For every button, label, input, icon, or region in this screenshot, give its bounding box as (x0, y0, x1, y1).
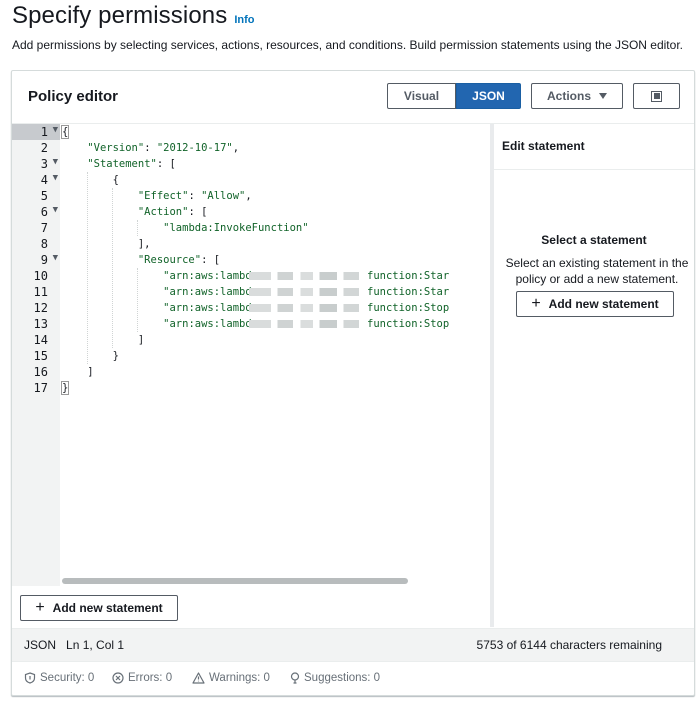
line-number: 13 (33, 317, 48, 331)
policy-editor-header: Policy editor Visual JSON Actions (12, 71, 694, 124)
policy-editor-title: Policy editor (28, 88, 119, 105)
validation-footer: Security: 0 Errors: 0 Warnings: 0 Sugges… (12, 661, 694, 696)
divider (494, 169, 694, 170)
code-line: "Effect": "Allow", (137, 190, 252, 202)
line-number: 15 (33, 349, 48, 363)
horizontal-scrollbar[interactable] (60, 577, 490, 585)
select-statement-description: Select an existing statement in the poli… (505, 256, 689, 286)
fold-arrow-icon[interactable]: ▼ (53, 173, 58, 183)
add-new-statement-label: Add new statement (548, 297, 659, 311)
actions-dropdown[interactable]: Actions (531, 83, 623, 109)
cursor-position: Ln 1, Col 1 (66, 638, 125, 652)
mode-toggle: Visual JSON (387, 83, 521, 109)
edit-statement-title: Edit statement (502, 139, 585, 153)
code-line: function:Stop (367, 318, 450, 330)
code-line: function:Star (367, 270, 450, 282)
scrollbar-thumb[interactable] (62, 578, 408, 584)
redacted-text (249, 304, 359, 312)
code-line: "Resource": [ (137, 254, 221, 266)
fold-arrow-icon[interactable]: ▼ (53, 125, 58, 135)
json-code-editor[interactable]: 1 ▼ 2 3 ▼ 4 ▼ 5 6 ▼ 7 8 9 ▼ 10 11 12 13 14 15… (12, 124, 490, 586)
code-line: "arn:aws:lambda: (163, 286, 265, 298)
fold-arrow-icon[interactable]: ▼ (53, 157, 58, 167)
code-line: "arn:aws:lambda: (163, 318, 265, 330)
line-number: 3 ▼ (40, 157, 58, 171)
code-line: ], (137, 238, 151, 250)
line-number-gutter: 1 ▼ 2 3 ▼ 4 ▼ 5 6 ▼ 7 8 9 ▼ 10 11 12 13 14 15… (12, 124, 60, 586)
code-line: "Statement": [ (87, 158, 176, 170)
plus-icon: + (35, 599, 45, 616)
code-line: "arn:aws:lambda: (163, 302, 265, 314)
split-panel-icon (651, 90, 662, 102)
line-number: 8 (40, 237, 48, 251)
redacted-text (249, 288, 359, 296)
page-header: Specify permissions Info (12, 2, 254, 30)
caret-down-icon (599, 93, 607, 99)
line-number: 5 (40, 189, 48, 203)
line-number: 6 ▼ (40, 205, 58, 219)
code-line: } (112, 350, 119, 362)
page-title: Specify permissions (12, 2, 228, 29)
line-number: 10 (33, 269, 48, 283)
security-tab[interactable]: Security: 0 (24, 672, 94, 684)
warning-icon (192, 672, 205, 684)
code-line: function:Stop (367, 302, 450, 314)
errors-count: Errors: 0 (128, 672, 173, 684)
redacted-text (249, 320, 359, 328)
code-line: "arn:aws:lambda: (163, 270, 265, 282)
line-number: 4 ▼ (40, 173, 58, 187)
line-number: 14 (33, 333, 48, 347)
add-new-statement-label: Add new statement (52, 601, 163, 615)
code-line: ] (87, 366, 94, 378)
lightbulb-icon (290, 672, 300, 684)
editor-status-bar: JSON Ln 1, Col 1 5753 of 6144 characters… (12, 628, 694, 661)
policy-editor-container: Policy editor Visual JSON Actions 1 ▼ 2 3… (11, 70, 695, 696)
line-number: 16 (33, 365, 48, 379)
page-description: Add permissions by selecting services, a… (12, 38, 683, 52)
line-number: 12 (33, 301, 48, 315)
suggestions-tab[interactable]: Suggestions: 0 (290, 672, 380, 684)
suggestions-count: Suggestions: 0 (304, 672, 381, 684)
code-line: { (60, 125, 70, 139)
shield-icon (24, 672, 36, 684)
fold-arrow-icon[interactable]: ▼ (53, 253, 58, 263)
code-line: { (112, 174, 119, 186)
select-statement-title: Select a statement (541, 233, 647, 247)
security-count: Security: 0 (40, 672, 95, 684)
code-line: "Action": [ (137, 206, 208, 218)
toggle-side-panel-button[interactable] (633, 83, 680, 109)
line-number: 9 ▼ (40, 253, 58, 267)
edit-statement-panel: Edit statement Select a statement Select… (494, 124, 694, 627)
line-number: 11 (33, 285, 48, 299)
warnings-tab[interactable]: Warnings: 0 (192, 672, 270, 684)
code-line: } (60, 381, 70, 395)
info-link[interactable]: Info (234, 14, 254, 26)
line-number: 2 (40, 141, 48, 155)
line-number: 7 (40, 221, 48, 235)
code-line: function:Star (367, 286, 450, 298)
line-number: 17 (33, 381, 48, 395)
json-mode-button[interactable]: JSON (456, 83, 521, 109)
plus-icon: + (531, 295, 541, 312)
visual-mode-button[interactable]: Visual (387, 83, 456, 109)
redacted-text (249, 272, 359, 280)
code-line: ] (137, 334, 145, 346)
editor-mode: JSON (24, 638, 57, 652)
add-new-statement-side-button[interactable]: + Add new statement (516, 291, 674, 317)
code-line: "lambda:InvokeFunction" (163, 222, 309, 234)
fold-arrow-icon[interactable]: ▼ (53, 205, 58, 215)
code-line: "Version": "2012-10-17", (87, 142, 240, 154)
error-icon (112, 672, 124, 684)
errors-tab[interactable]: Errors: 0 (112, 672, 172, 684)
line-number: 1 ▼ (12, 124, 60, 140)
add-new-statement-button[interactable]: + Add new statement (20, 595, 178, 621)
warnings-count: Warnings: 0 (209, 672, 270, 684)
actions-label: Actions (546, 89, 591, 103)
cursor-status: JSON Ln 1, Col 1 (24, 638, 124, 652)
characters-remaining: 5753 of 6144 characters remaining (476, 638, 662, 652)
